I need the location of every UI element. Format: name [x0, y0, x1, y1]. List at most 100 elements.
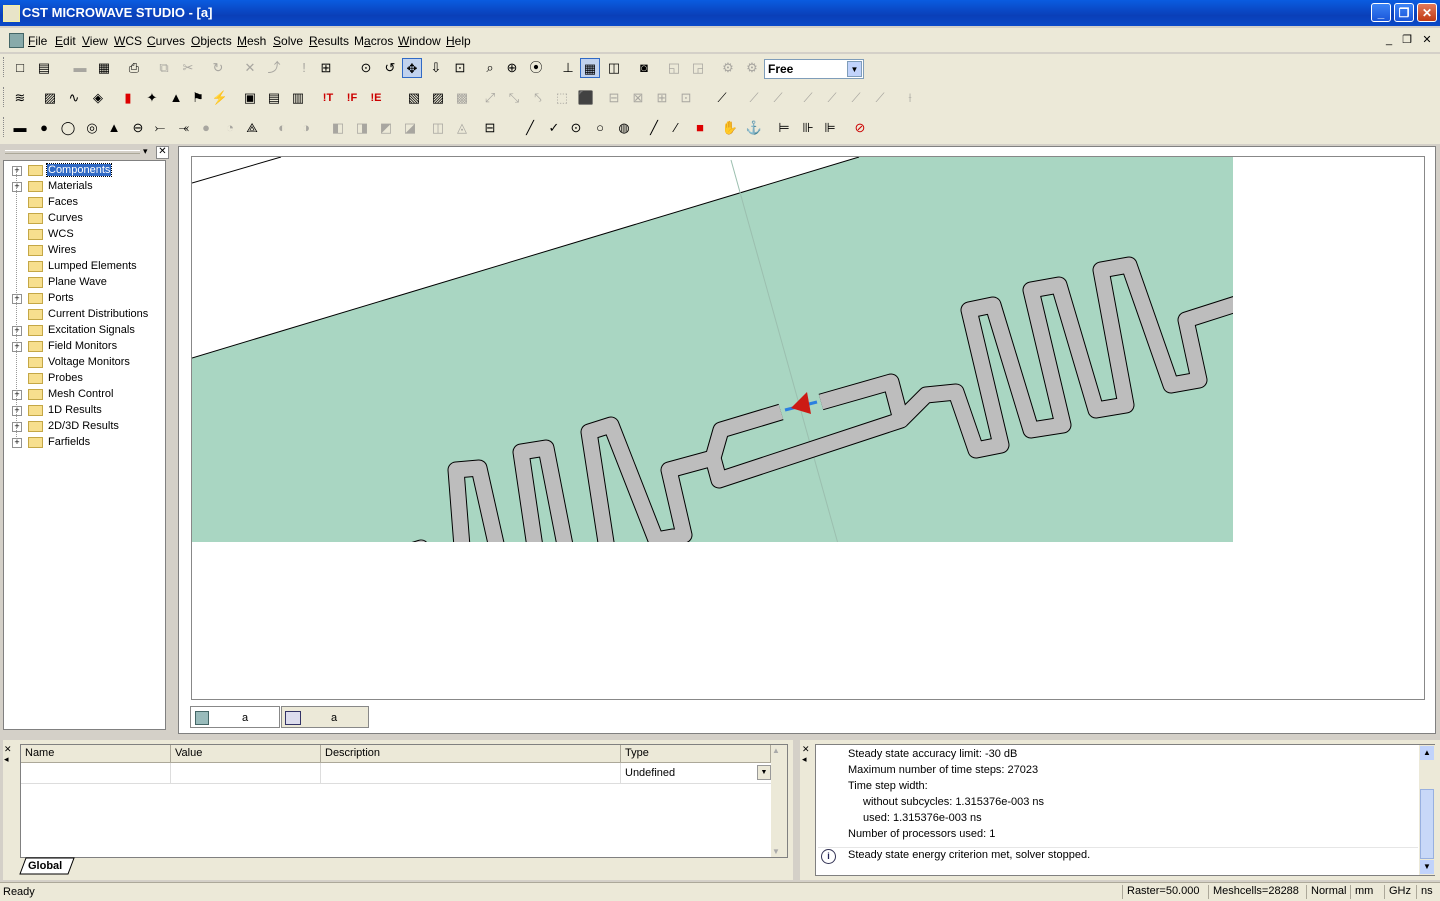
- boolean-icon[interactable]: ⤢: [480, 88, 500, 108]
- insert-icon[interactable]: ◪: [400, 118, 420, 138]
- subtract-icon[interactable]: ◨: [352, 118, 372, 138]
- zoom-selection-icon[interactable]: ⊕: [502, 58, 522, 78]
- blend-icon[interactable]: ⟋: [768, 88, 788, 108]
- expand-icon[interactable]: +: [12, 166, 22, 176]
- expand-icon[interactable]: +: [12, 406, 22, 416]
- message-scrollbar[interactable]: ▲ ▼: [1419, 745, 1435, 875]
- check-icon[interactable]: !: [294, 58, 314, 78]
- message-panel-controls[interactable]: ✕ ◂: [802, 744, 814, 766]
- chamfer-icon[interactable]: ⟋: [798, 88, 818, 108]
- elliptic-cylinder-icon[interactable]: ◎: [82, 118, 102, 138]
- eigen-solver-icon[interactable]: !E: [366, 88, 386, 108]
- expand-icon[interactable]: +: [12, 294, 22, 304]
- parameter-panel-controls[interactable]: ✕ ◂: [4, 744, 16, 766]
- zoom-fit-icon[interactable]: ⌕: [480, 58, 500, 78]
- tree-item[interactable]: + Ports: [4, 291, 164, 307]
- move-wcs-icon[interactable]: ⊪: [798, 118, 818, 138]
- units-icon[interactable]: ≋: [10, 88, 30, 108]
- frequency-icon[interactable]: ∿: [64, 88, 84, 108]
- time-solver-icon[interactable]: !T: [318, 88, 338, 108]
- menu-curves[interactable]: Curves: [147, 34, 185, 48]
- col-name[interactable]: Name: [21, 745, 171, 763]
- tab-schematic-view[interactable]: a: [281, 706, 369, 728]
- save-icon[interactable]: ▬: [70, 58, 90, 78]
- add-icon[interactable]: ◧: [328, 118, 348, 138]
- align-wcs-icon[interactable]: ⊨: [774, 118, 794, 138]
- background-icon[interactable]: ▨: [40, 88, 60, 108]
- transform-icon[interactable]: ⤴: [264, 58, 284, 78]
- zoom-box-icon[interactable]: ⊡: [450, 58, 470, 78]
- print-icon[interactable]: ⎙: [124, 58, 144, 78]
- extrude-icon[interactable]: ⟋: [712, 88, 732, 108]
- menu-view[interactable]: View: [82, 34, 108, 48]
- 3d-viewport[interactable]: [191, 156, 1425, 700]
- tree-item[interactable]: + Mesh Control: [4, 387, 164, 403]
- spline-icon[interactable]: ◍: [614, 118, 634, 138]
- ellipse-icon[interactable]: ○: [590, 118, 610, 138]
- settings2-icon[interactable]: ⚙: [742, 58, 762, 78]
- tree-item[interactable]: Current Distributions: [4, 307, 164, 323]
- tree-item[interactable]: + Excitation Signals: [4, 323, 164, 339]
- freq-solver-icon[interactable]: !F: [342, 88, 362, 108]
- history-icon[interactable]: ⊞: [316, 58, 336, 78]
- shrink-icon[interactable]: ⟋: [846, 88, 866, 108]
- cut-icon[interactable]: ✂: [178, 58, 198, 78]
- table-row[interactable]: Undefined ▼: [21, 763, 771, 784]
- type-select[interactable]: Undefined ▼: [621, 763, 771, 783]
- copy-icon[interactable]: ⧉: [154, 58, 174, 78]
- rotate-face-icon[interactable]: ⟋: [744, 88, 764, 108]
- rotate-view-icon[interactable]: ↺: [380, 58, 400, 78]
- chevron-down-icon[interactable]: ▼: [847, 61, 862, 77]
- menu-wcs[interactable]: WCS: [114, 34, 142, 48]
- tree-float-icon[interactable]: ▾: [143, 146, 154, 157]
- tab-3d-view[interactable]: a: [190, 706, 280, 728]
- scroll-up-icon[interactable]: ▲: [1420, 746, 1434, 760]
- menu-results[interactable]: Results: [309, 34, 349, 48]
- trim-icon[interactable]: ⟋: [870, 88, 890, 108]
- port-icon[interactable]: ▮: [118, 88, 138, 108]
- tree-item[interactable]: Lumped Elements: [4, 259, 164, 275]
- brick-icon[interactable]: ▬: [10, 118, 30, 138]
- menu-objects[interactable]: Objects: [191, 34, 232, 48]
- substrate-block[interactable]: [192, 157, 1424, 698]
- scroll-thumb[interactable]: [1420, 789, 1434, 859]
- working-plane-icon[interactable]: ◫: [604, 58, 624, 78]
- tree-item[interactable]: +2D/3D Results: [4, 419, 164, 435]
- layout2-icon[interactable]: ◲: [688, 58, 708, 78]
- measure-icon[interactable]: ⟊: [900, 88, 920, 108]
- hand-icon[interactable]: ✋: [720, 118, 740, 138]
- save-all-icon[interactable]: ▦: [94, 58, 114, 78]
- mdi-minimize-button[interactable]: _: [1382, 34, 1396, 46]
- open-icon[interactable]: ▤: [34, 58, 54, 78]
- expand-icon[interactable]: +: [12, 438, 22, 448]
- tree-item[interactable]: Curves: [4, 211, 164, 227]
- edge-icon[interactable]: ◑: [296, 118, 316, 138]
- mesh-control-icon[interactable]: ▤: [264, 88, 284, 108]
- delete-icon[interactable]: ✕: [240, 58, 260, 78]
- tree-item[interactable]: + Components: [4, 163, 164, 179]
- mesh-settings-icon[interactable]: ▥: [288, 88, 308, 108]
- mirror-icon[interactable]: ⤣: [528, 88, 548, 108]
- analytic-icon[interactable]: ⟁: [242, 118, 262, 138]
- tree-item[interactable]: Probes: [4, 371, 164, 387]
- toolbar-grip[interactable]: [3, 87, 7, 107]
- chevron-down-icon[interactable]: ▼: [757, 765, 771, 780]
- trace-curve-icon[interactable]: ╱: [644, 118, 664, 138]
- tree-item[interactable]: + Farfields: [4, 435, 164, 451]
- sphere-icon[interactable]: ●: [34, 118, 54, 138]
- toolbar-grip[interactable]: [3, 57, 7, 77]
- optimizer-icon[interactable]: ▧: [404, 88, 424, 108]
- tree-item[interactable]: + Field Monitors: [4, 339, 164, 355]
- loft-icon[interactable]: ⬛: [576, 88, 596, 108]
- pan-icon[interactable]: ✥: [402, 58, 422, 78]
- rotate-icon[interactable]: ⊙: [356, 58, 376, 78]
- pick4-icon[interactable]: ⊡: [676, 88, 696, 108]
- stop-icon[interactable]: ■: [690, 118, 710, 138]
- toolbar-grip[interactable]: [3, 117, 7, 137]
- pick-icon[interactable]: ⊟: [604, 88, 624, 108]
- mesh-icon[interactable]: ▣: [240, 88, 260, 108]
- probe-icon[interactable]: ⚡: [210, 88, 230, 108]
- boundary-icon[interactable]: ◈: [88, 88, 108, 108]
- model-canvas[interactable]: [192, 157, 1424, 699]
- cone-icon[interactable]: ▲: [104, 118, 124, 138]
